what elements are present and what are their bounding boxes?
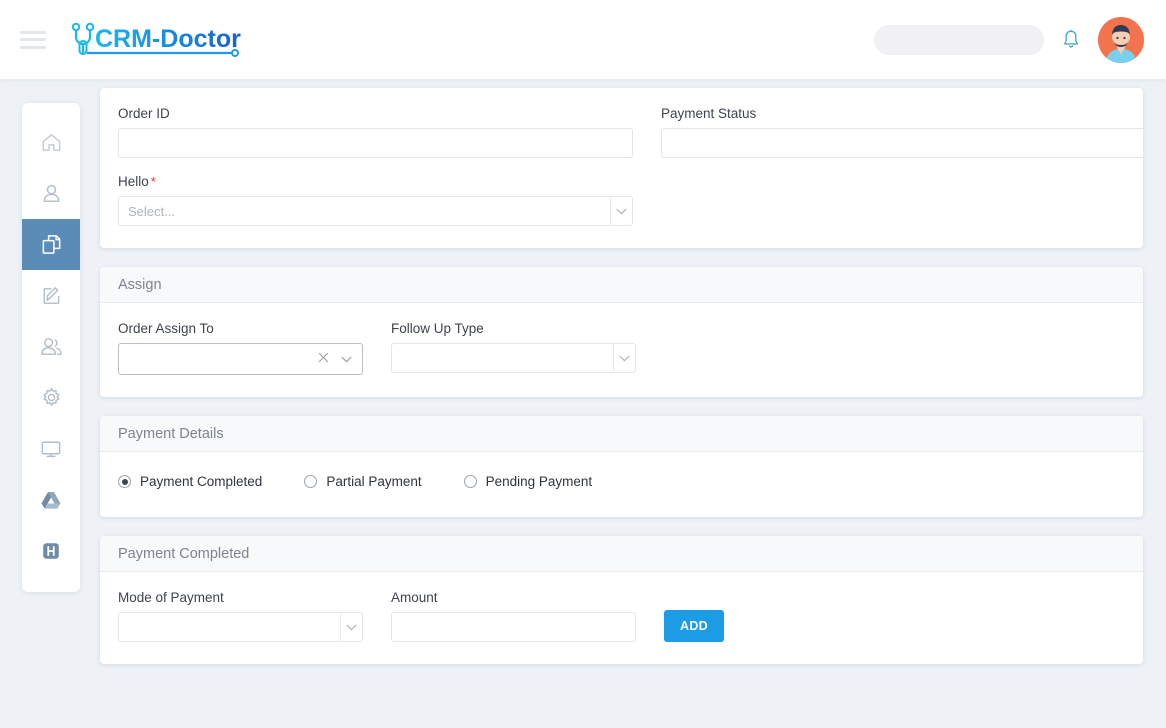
hamburger-bar (20, 38, 46, 41)
payment-completed-card-body: Mode of Payment Amount ADD (100, 572, 1143, 664)
chevron-down-icon[interactable] (341, 350, 352, 368)
order-details-right-column: Payment Status (661, 106, 1143, 226)
order-details-left-column: Order ID Hello * Select... (118, 106, 633, 226)
follow-up-type-label: Follow Up Type (391, 321, 484, 336)
radio-payment-completed[interactable]: Payment Completed (118, 474, 262, 489)
assign-section-title: Assign (118, 276, 162, 293)
payment-status-label: Payment Status (661, 106, 757, 121)
bell-icon[interactable] (1062, 29, 1080, 50)
order-id-input[interactable] (118, 128, 633, 158)
hello-select[interactable]: Select... (118, 196, 633, 226)
main-content: Order ID Hello * Select... Payment Statu… (100, 88, 1143, 728)
header-actions (874, 16, 1144, 63)
amount-input[interactable] (391, 612, 636, 642)
sidebar-item-edit[interactable] (22, 270, 80, 321)
payment-details-section-title: Payment Details (118, 425, 224, 442)
mode-of-payment-select[interactable] (118, 612, 363, 642)
avatar[interactable] (1098, 16, 1144, 63)
search-input[interactable] (888, 32, 1043, 47)
app-logo[interactable]: CRM-Doctor (66, 17, 246, 63)
sidebar (22, 103, 80, 592)
payment-type-radio-group: Payment Completed Partial Payment Pendin… (118, 452, 1125, 495)
home-icon (42, 134, 60, 151)
sidebar-item-profile[interactable] (22, 168, 80, 219)
payment-status-input[interactable] (661, 128, 1143, 158)
hello-label: Hello * (118, 174, 633, 189)
assign-card-body: Order Assign To Follow Up Type (100, 303, 1143, 397)
payment-completed-card-header: Payment Completed (100, 536, 1143, 572)
payment-details-card: Payment Details Payment Completed Partia… (100, 416, 1143, 517)
amount-field: Amount (391, 590, 636, 642)
google-drive-icon (41, 491, 61, 509)
app-header: CRM-Doctor (0, 0, 1166, 80)
sidebar-item-drive[interactable] (22, 474, 80, 525)
user-icon (43, 184, 59, 202)
edit-square-icon (43, 287, 59, 304)
users-icon (40, 338, 62, 355)
hello-label-text: Hello (118, 174, 149, 189)
order-assign-to-select[interactable] (118, 343, 363, 375)
payment-status-field: Payment Status (661, 106, 1143, 158)
follow-up-type-select[interactable] (391, 343, 636, 373)
order-assign-to-label: Order Assign To (118, 321, 214, 336)
mode-of-payment-field: Mode of Payment (118, 590, 363, 642)
close-icon[interactable] (318, 350, 329, 368)
assign-fields-row: Order Assign To Follow Up Type (118, 321, 1125, 375)
search-box[interactable] (874, 24, 1044, 55)
order-id-label: Order ID (118, 106, 170, 121)
required-marker: * (150, 174, 156, 189)
radio-label: Pending Payment (485, 474, 593, 489)
payment-completed-card: Payment Completed Mode of Payment Amount (100, 536, 1143, 664)
order-details-card: Order ID Hello * Select... Payment Statu… (100, 88, 1143, 248)
hamburger-icon[interactable] (20, 30, 46, 49)
payment-details-card-header: Payment Details (100, 416, 1143, 452)
radio-partial-payment[interactable]: Partial Payment (304, 474, 422, 489)
chevron-down-icon[interactable] (610, 197, 632, 225)
radio-indicator[interactable] (463, 475, 477, 488)
hello-field: Hello * Select... (118, 174, 633, 226)
radio-label: Payment Completed (140, 474, 263, 489)
follow-up-type-field: Follow Up Type (391, 321, 636, 375)
sidebar-item-orders[interactable] (22, 219, 80, 270)
amount-label: Amount (391, 590, 438, 605)
gear-icon (42, 387, 60, 406)
hamburger-bar (20, 30, 46, 34)
radio-label: Partial Payment (326, 474, 422, 489)
payment-details-card-body: Payment Completed Partial Payment Pendin… (100, 452, 1143, 517)
chevron-down-icon[interactable] (613, 344, 635, 372)
mode-of-payment-label: Mode of Payment (118, 590, 224, 605)
order-details-grid: Order ID Hello * Select... Payment Statu… (118, 106, 1143, 226)
documents-icon (42, 235, 60, 254)
hello-select-value: Select... (128, 203, 175, 219)
payment-completed-section-title: Payment Completed (118, 545, 250, 562)
sidebar-item-customers[interactable] (22, 321, 80, 372)
payment-completed-row: Mode of Payment Amount ADD (118, 590, 1125, 642)
sidebar-item-display[interactable] (22, 423, 80, 474)
chevron-down-icon[interactable] (340, 613, 362, 641)
monitor-icon (41, 441, 61, 458)
order-details-body: Order ID Hello * Select... Payment Statu… (100, 88, 1143, 248)
user-avatar-icon (1098, 16, 1144, 63)
sidebar-item-settings[interactable] (22, 372, 80, 423)
assign-card: Assign Order Assign To Follow Up Type (100, 267, 1143, 397)
add-button[interactable]: ADD (664, 610, 724, 642)
crm-doctor-logo-icon: CRM-Doctor (71, 22, 241, 57)
order-id-field: Order ID (118, 106, 633, 158)
radio-indicator[interactable] (304, 475, 318, 488)
order-assign-to-field: Order Assign To (118, 321, 363, 375)
hamburger-bar (20, 45, 46, 49)
radio-indicator[interactable] (118, 475, 131, 488)
sidebar-item-hospital[interactable] (22, 525, 80, 576)
assign-card-header: Assign (100, 267, 1143, 303)
h-badge-icon (43, 542, 59, 559)
sidebar-item-home[interactable] (22, 117, 80, 168)
svg-text:CRM-Doctor: CRM-Doctor (95, 25, 241, 53)
radio-pending-payment[interactable]: Pending Payment (463, 474, 593, 489)
